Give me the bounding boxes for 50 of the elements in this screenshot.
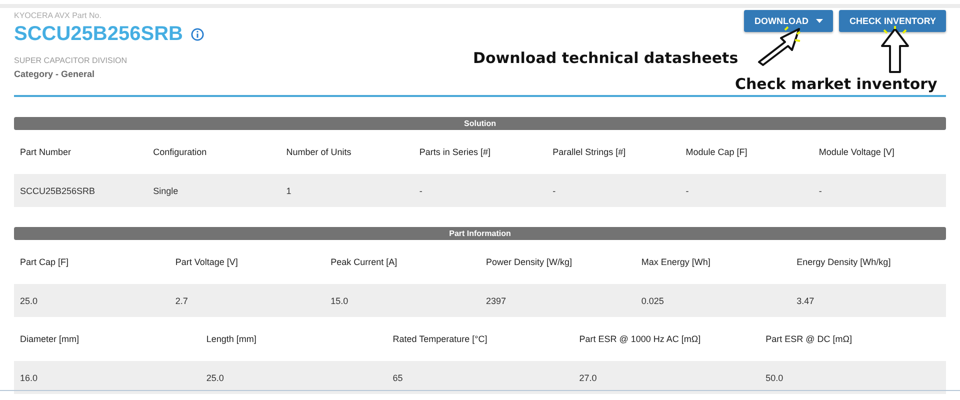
column-header: Diameter [mm] [19, 333, 80, 346]
arrow-drawing [878, 26, 912, 74]
column-header: Part Cap [F] [19, 256, 70, 269]
column-header: Energy Density [Wh/kg] [796, 256, 892, 269]
column-header: Peak Current [A] [330, 256, 398, 269]
section-header: Part Information [14, 227, 946, 240]
table-cell: - [546, 174, 680, 207]
column-header: Part ESR @ 1000 Hz AC [mΩ] [578, 333, 702, 346]
column-header: Parallel Strings [#] [552, 146, 627, 159]
column-header: Length [mm] [205, 333, 258, 346]
column-header: Rated Temperature [°C] [392, 333, 488, 346]
table-cell: SCCU25B256SRB [14, 174, 148, 207]
table-cell: 1 [280, 174, 414, 207]
column-header: Number of Units [285, 146, 352, 159]
arrow-drawing [755, 26, 801, 66]
download-button[interactable]: DOWNLOAD [744, 10, 834, 32]
column-header: Part Number [19, 146, 72, 159]
annotation-text: Check market inventory [735, 75, 938, 93]
column-header: Configuration [152, 146, 208, 159]
table-cell: 65 [386, 361, 574, 394]
division-label: SUPER CAPACITOR DIVISION [14, 56, 128, 65]
table-cell: 2397 [480, 284, 636, 317]
column-header: Power Density [W/kg] [484, 256, 574, 269]
annotation-text: Download technical datasheets [473, 49, 738, 67]
category-label: Category - General [14, 69, 95, 79]
table-cell: 50.0 [760, 361, 946, 394]
table-cell: 15.0 [324, 284, 480, 317]
column-header: Max Energy [Wh] [640, 256, 712, 269]
caret-icon [816, 19, 824, 23]
section-header: Solution [14, 117, 946, 130]
table-cell: - [680, 174, 813, 207]
table-cell: - [812, 174, 946, 207]
column-header: Part ESR @ DC [mΩ] [764, 333, 853, 346]
table-cell: 27.0 [573, 361, 760, 394]
part-number-title: SCCU25B256SRB [14, 23, 183, 46]
table-cell: 16.0 [14, 361, 200, 394]
table-cell: 25.0 [14, 284, 170, 317]
table-cell: 0.025 [635, 284, 791, 317]
column-header: Module Cap [F] [684, 146, 748, 159]
column-header: Part Voltage [V] [174, 256, 239, 269]
table-cell: 3.47 [790, 284, 946, 317]
column-header: Module Voltage [V] [818, 146, 896, 159]
table-cell: 2.7 [169, 284, 325, 317]
info-icon[interactable] [190, 28, 204, 41]
inventory-button[interactable]: CHECK INVENTORY [839, 10, 946, 32]
table-cell: Single [147, 174, 280, 207]
table-cell: 25.0 [200, 361, 387, 394]
table-cell: - [413, 174, 547, 207]
column-header: Parts in Series [#] [418, 146, 492, 159]
brand-label: KYOCERA AVX Part No. [14, 10, 102, 20]
